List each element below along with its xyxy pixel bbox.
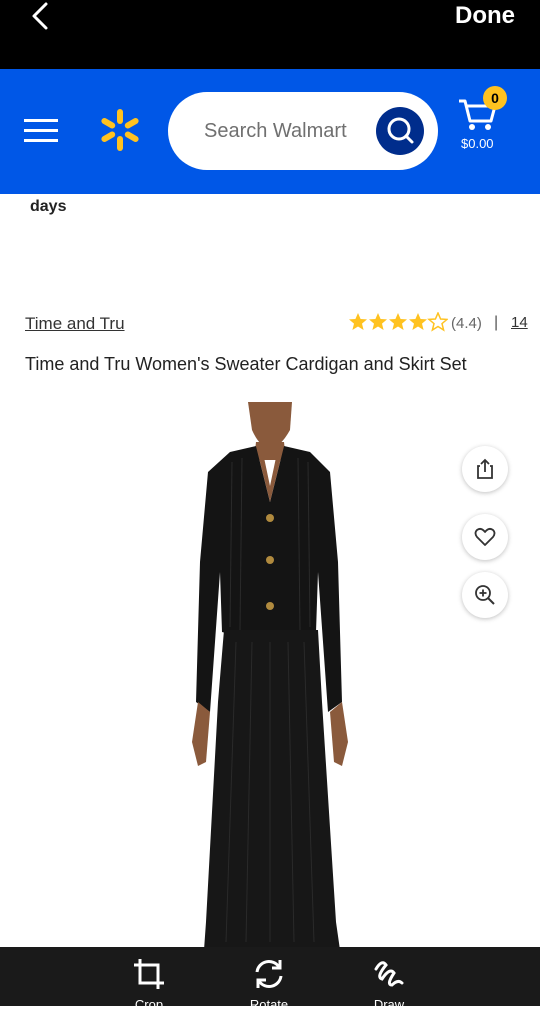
star-icon	[409, 313, 427, 330]
draw-icon	[374, 961, 404, 987]
crop-label: Crop	[134, 997, 164, 1012]
done-button[interactable]: Done	[455, 2, 515, 30]
star-icon	[389, 313, 407, 330]
rotate-icon	[255, 960, 283, 988]
rating-value: (4.4)	[451, 315, 482, 332]
heart-icon	[474, 527, 496, 546]
review-count-link[interactable]: 14	[511, 314, 528, 331]
draw-label: Draw	[373, 997, 405, 1012]
brand-link[interactable]: Time and Tru	[25, 314, 125, 334]
search-icon	[387, 117, 414, 144]
cart-count-badge: 0	[483, 86, 507, 110]
search-input[interactable]: Search Walmart	[204, 120, 347, 143]
walmart-spark-logo-icon[interactable]	[97, 107, 143, 153]
star-rating	[348, 312, 448, 332]
screenshot-editor-top-bar: Done	[0, 0, 540, 69]
editor-toolbar: Crop Rotate Draw	[0, 947, 540, 1012]
back-icon[interactable]	[22, 0, 58, 36]
share-button[interactable]	[462, 446, 508, 492]
menu-icon[interactable]	[24, 117, 60, 145]
search-button[interactable]	[376, 107, 424, 155]
share-icon	[477, 458, 493, 479]
product-image[interactable]	[160, 402, 380, 962]
crop-tool[interactable]: Crop	[114, 957, 184, 1012]
search-box[interactable]: Search Walmart	[168, 92, 438, 170]
walmart-header: Search Walmart 0	[0, 69, 540, 194]
cart-total: $0.00	[461, 136, 494, 151]
crop-icon	[134, 959, 164, 989]
product-title: Time and Tru Women's Sweater Cardigan an…	[25, 354, 467, 374]
rotate-tool[interactable]: Rotate	[234, 957, 304, 1012]
zoom-button[interactable]	[462, 572, 508, 618]
rotate-label: Rotate	[249, 997, 289, 1012]
favorite-button[interactable]	[462, 514, 508, 560]
draw-tool[interactable]: Draw	[354, 957, 424, 1012]
half-star-icon	[428, 312, 448, 331]
zoom-in-icon	[475, 585, 495, 605]
star-icon	[369, 313, 387, 330]
rating-separator: |	[494, 314, 499, 331]
delivery-days-text: days	[30, 198, 67, 215]
star-icon	[349, 313, 367, 330]
